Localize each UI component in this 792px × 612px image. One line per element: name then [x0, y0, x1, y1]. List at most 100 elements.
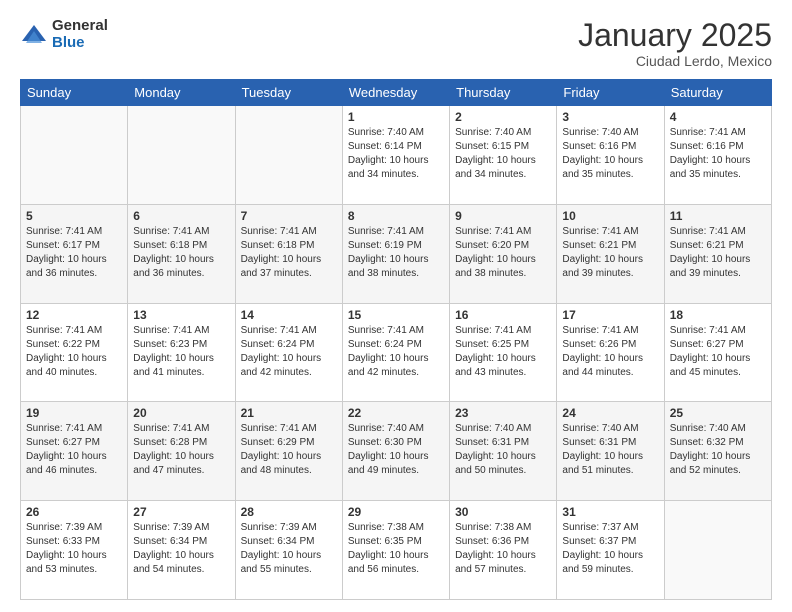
table-row: 5 Sunrise: 7:41 AMSunset: 6:17 PMDaylight… — [21, 204, 128, 303]
table-row: 4 Sunrise: 7:41 AMSunset: 6:16 PMDaylight… — [664, 106, 771, 205]
table-row: 22Sunrise: 7:40 AMSunset: 6:30 PMDayligh… — [342, 402, 449, 501]
day-info: Sunrise: 7:40 AMSunset: 6:30 PMDaylight:… — [348, 422, 444, 478]
calendar-header-row: Sunday Monday Tuesday Wednesday Thursday… — [21, 80, 772, 106]
day-info: Sunrise: 7:41 AMSunset: 6:18 PMDaylight:… — [241, 225, 337, 281]
table-row: 25Sunrise: 7:40 AMSunset: 6:32 PMDayligh… — [664, 402, 771, 501]
day-number: 10 — [562, 209, 658, 223]
day-info: Sunrise: 7:41 AMSunset: 6:24 PMDaylight:… — [241, 324, 337, 380]
day-number: 13 — [133, 308, 229, 322]
day-number: 12 — [26, 308, 122, 322]
table-row: 13 Sunrise: 7:41 AMSunset: 6:23 PMDayligh… — [128, 303, 235, 402]
day-number: 16 — [455, 308, 551, 322]
col-tuesday: Tuesday — [235, 80, 342, 106]
table-row: 27Sunrise: 7:39 AMSunset: 6:34 PMDayligh… — [128, 501, 235, 600]
day-info: Sunrise: 7:41 AMSunset: 6:27 PMDaylight:… — [670, 324, 766, 380]
day-info: Sunrise: 7:39 AMSunset: 6:34 PMDaylight:… — [133, 521, 229, 577]
table-row: 28 Sunrise: 7:39 AMSunset: 6:34 PMDayligh… — [235, 501, 342, 600]
day-info: Sunrise: 7:41 AMSunset: 6:24 PMDaylight:… — [348, 324, 444, 380]
day-number: 1 — [348, 110, 444, 124]
day-number: 9 — [455, 209, 551, 223]
table-row: 3 Sunrise: 7:40 AMSunset: 6:16 PMDaylight… — [557, 106, 664, 205]
calendar-week-row: 1 Sunrise: 7:40 AMSunset: 6:14 PMDaylight… — [21, 106, 772, 205]
table-row: 17 Sunrise: 7:41 AMSunset: 6:26 PMDayligh… — [557, 303, 664, 402]
col-sunday: Sunday — [21, 80, 128, 106]
calendar-week-row: 12Sunrise: 7:41 AMSunset: 6:22 PMDayligh… — [21, 303, 772, 402]
day-number: 25 — [670, 406, 766, 420]
table-row: 12Sunrise: 7:41 AMSunset: 6:22 PMDayligh… — [21, 303, 128, 402]
day-info: Sunrise: 7:41 AMSunset: 6:28 PMDaylight:… — [133, 422, 229, 478]
day-number: 29 — [348, 505, 444, 519]
logo-blue: Blue — [52, 35, 108, 52]
table-row: 30Sunrise: 7:38 AMSunset: 6:36 PMDayligh… — [450, 501, 557, 600]
day-info: Sunrise: 7:41 AMSunset: 6:27 PMDaylight:… — [26, 422, 122, 478]
day-info: Sunrise: 7:40 AMSunset: 6:15 PMDaylight:… — [455, 126, 551, 182]
day-number: 24 — [562, 406, 658, 420]
table-row: 11 Sunrise: 7:41 AMSunset: 6:21 PMDayligh… — [664, 204, 771, 303]
day-info: Sunrise: 7:41 AMSunset: 6:29 PMDaylight:… — [241, 422, 337, 478]
day-number: 3 — [562, 110, 658, 124]
table-row: 15 Sunrise: 7:41 AMSunset: 6:24 PMDayligh… — [342, 303, 449, 402]
day-number: 2 — [455, 110, 551, 124]
table-row — [128, 106, 235, 205]
day-info: Sunrise: 7:41 AMSunset: 6:26 PMDaylight:… — [562, 324, 658, 380]
table-row: 31 Sunrise: 7:37 AMSunset: 6:37 PMDayligh… — [557, 501, 664, 600]
calendar-table: Sunday Monday Tuesday Wednesday Thursday… — [20, 79, 772, 600]
day-number: 15 — [348, 308, 444, 322]
day-info: Sunrise: 7:38 AMSunset: 6:35 PMDaylight:… — [348, 521, 444, 577]
logo: General Blue — [20, 18, 108, 51]
table-row — [235, 106, 342, 205]
day-info: Sunrise: 7:41 AMSunset: 6:20 PMDaylight:… — [455, 225, 551, 281]
table-row: 18 Sunrise: 7:41 AMSunset: 6:27 PMDayligh… — [664, 303, 771, 402]
table-row: 8Sunrise: 7:41 AMSunset: 6:19 PMDaylight… — [342, 204, 449, 303]
col-thursday: Thursday — [450, 80, 557, 106]
table-row: 1 Sunrise: 7:40 AMSunset: 6:14 PMDaylight… — [342, 106, 449, 205]
calendar-week-row: 26Sunrise: 7:39 AMSunset: 6:33 PMDayligh… — [21, 501, 772, 600]
day-number: 28 — [241, 505, 337, 519]
title-month: January 2025 — [578, 18, 772, 53]
day-number: 7 — [241, 209, 337, 223]
day-info: Sunrise: 7:41 AMSunset: 6:16 PMDaylight:… — [670, 126, 766, 182]
day-info: Sunrise: 7:41 AMSunset: 6:25 PMDaylight:… — [455, 324, 551, 380]
day-info: Sunrise: 7:40 AMSunset: 6:14 PMDaylight:… — [348, 126, 444, 182]
table-row: 7 Sunrise: 7:41 AMSunset: 6:18 PMDaylight… — [235, 204, 342, 303]
table-row: 6 Sunrise: 7:41 AMSunset: 6:18 PMDaylight… — [128, 204, 235, 303]
day-info: Sunrise: 7:41 AMSunset: 6:17 PMDaylight:… — [26, 225, 122, 281]
day-info: Sunrise: 7:37 AMSunset: 6:37 PMDaylight:… — [562, 521, 658, 577]
day-info: Sunrise: 7:41 AMSunset: 6:18 PMDaylight:… — [133, 225, 229, 281]
logo-text: General Blue — [52, 18, 108, 51]
col-friday: Friday — [557, 80, 664, 106]
day-number: 17 — [562, 308, 658, 322]
table-row: 26Sunrise: 7:39 AMSunset: 6:33 PMDayligh… — [21, 501, 128, 600]
table-row — [664, 501, 771, 600]
day-info: Sunrise: 7:41 AMSunset: 6:23 PMDaylight:… — [133, 324, 229, 380]
day-number: 5 — [26, 209, 122, 223]
day-number: 11 — [670, 209, 766, 223]
day-number: 18 — [670, 308, 766, 322]
table-row: 9 Sunrise: 7:41 AMSunset: 6:20 PMDaylight… — [450, 204, 557, 303]
day-number: 4 — [670, 110, 766, 124]
col-monday: Monday — [128, 80, 235, 106]
day-number: 26 — [26, 505, 122, 519]
day-info: Sunrise: 7:40 AMSunset: 6:16 PMDaylight:… — [562, 126, 658, 182]
col-saturday: Saturday — [664, 80, 771, 106]
day-number: 23 — [455, 406, 551, 420]
day-info: Sunrise: 7:41 AMSunset: 6:21 PMDaylight:… — [670, 225, 766, 281]
day-number: 8 — [348, 209, 444, 223]
day-number: 6 — [133, 209, 229, 223]
table-row: 19 Sunrise: 7:41 AMSunset: 6:27 PMDayligh… — [21, 402, 128, 501]
day-info: Sunrise: 7:39 AMSunset: 6:34 PMDaylight:… — [241, 521, 337, 577]
table-row: 20Sunrise: 7:41 AMSunset: 6:28 PMDayligh… — [128, 402, 235, 501]
day-info: Sunrise: 7:40 AMSunset: 6:31 PMDaylight:… — [562, 422, 658, 478]
table-row: 16 Sunrise: 7:41 AMSunset: 6:25 PMDayligh… — [450, 303, 557, 402]
table-row: 24 Sunrise: 7:40 AMSunset: 6:31 PMDayligh… — [557, 402, 664, 501]
day-number: 19 — [26, 406, 122, 420]
title-block: January 2025 Ciudad Lerdo, Mexico — [578, 18, 772, 69]
day-number: 31 — [562, 505, 658, 519]
col-wednesday: Wednesday — [342, 80, 449, 106]
page: General Blue January 2025 Ciudad Lerdo, … — [0, 0, 792, 612]
table-row: 23 Sunrise: 7:40 AMSunset: 6:31 PMDayligh… — [450, 402, 557, 501]
table-row: 29 Sunrise: 7:38 AMSunset: 6:35 PMDayligh… — [342, 501, 449, 600]
day-info: Sunrise: 7:40 AMSunset: 6:31 PMDaylight:… — [455, 422, 551, 478]
table-row: 14Sunrise: 7:41 AMSunset: 6:24 PMDayligh… — [235, 303, 342, 402]
calendar-week-row: 5 Sunrise: 7:41 AMSunset: 6:17 PMDaylight… — [21, 204, 772, 303]
